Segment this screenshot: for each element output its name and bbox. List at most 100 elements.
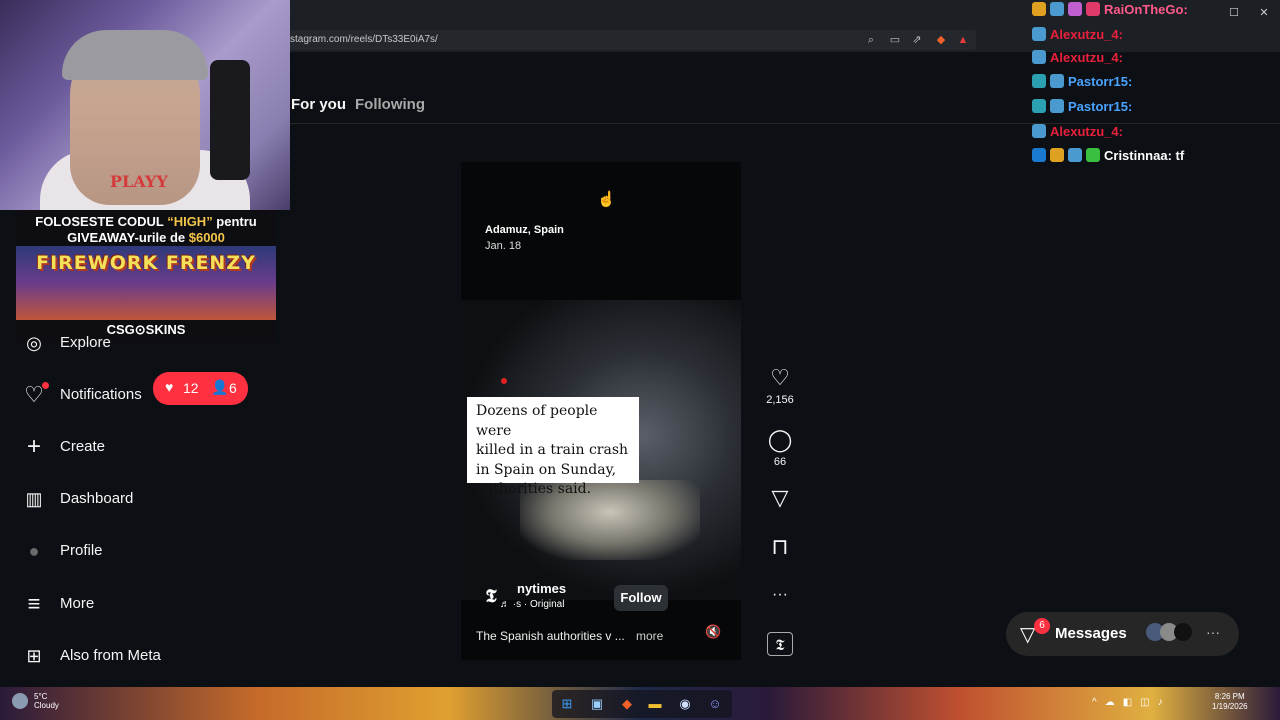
webcam-beanie [62,30,208,80]
like-count: 12 [183,380,199,396]
discord-icon[interactable]: ☺ [706,696,724,712]
reel-red-light [501,378,507,384]
reel-author[interactable]: nytimes [517,581,566,596]
reel-caption-box: Dozens of people were killed in a train … [467,397,639,497]
promo-game-title: FIREWORK FRENZY [36,252,256,274]
caption-line: Dozens of people were [476,403,598,439]
chat-message: Cristinnaa: tf [1032,148,1184,168]
comment-icon[interactable]: ◯ [766,428,794,452]
reel-date: Jan. 18 [485,240,522,252]
heart-icon[interactable]: ♡ [766,366,794,390]
send-icon[interactable]: ▽ [766,486,794,510]
more-options-icon[interactable]: ··· [766,583,794,607]
sidebar-item-more[interactable]: ≡ More [24,586,284,626]
sub-badge-icon [1032,124,1046,138]
gift-badge-icon [1086,148,1100,162]
promo-code-line: FOLOSESTE CODUL “HIGH” pentru [16,214,276,229]
sidebar-item-label: Explore [60,334,111,351]
windows-start-icon[interactable]: ⊞ [558,696,576,712]
tool-badge-icon [1032,148,1046,162]
share-icon[interactable]: ⇗ [910,33,924,47]
sidebar-item-dashboard[interactable]: ▥ Dashboard [24,481,284,521]
save-action[interactable]: ⊓ [766,535,794,559]
chat-username: Alexutzu_4: [1050,50,1123,65]
brave-shield-icon[interactable]: ◆ [934,33,948,47]
chat-text: tf [1175,148,1185,163]
sidebar-item-label: Dashboard [60,490,134,507]
sidebar-item-explore[interactable]: ◎ Explore [24,325,284,365]
mute-icon[interactable]: 🔇 [705,624,721,640]
avatar-icon: ● [28,541,40,561]
menu-icon: ≡ [27,591,41,616]
messages-label[interactable]: Messages [1055,625,1127,642]
sub-badge-icon [1032,50,1046,64]
promo-code: “HIGH” [167,214,213,229]
weather-desc: Cloudy [34,701,59,710]
tab-for-you[interactable]: For you [291,96,346,113]
cast-icon[interactable]: ▭ [888,33,902,47]
sub-badge-icon [1068,148,1082,162]
game-badge-icon [1032,99,1046,113]
chat-username: RaiOnTheGo: [1104,2,1188,17]
reel-location: Adamuz, Spain [485,224,564,236]
clock-date: 1/19/2026 [1212,702,1248,711]
reel-more-link[interactable]: more [636,629,663,643]
chat-message: Alexutzu_4: [1032,27,1123,47]
audio-page-icon[interactable]: 𝕿 [768,633,792,657]
notifications-badge[interactable]: ♥ 12 👤 6 [153,372,248,405]
follow-button[interactable]: Follow [614,585,668,611]
chat-username: Cristinnaa: [1104,148,1172,163]
comment-action[interactable]: ◯ 66 [766,428,794,469]
notification-dot [42,382,49,389]
sidebar-item-profile[interactable]: ● Profile [24,533,284,573]
messages-count-badge: 6 [1034,618,1050,634]
sidebar-item-label: Create [60,438,106,455]
sub-badge-icon [1050,99,1064,113]
bookmark-icon[interactable]: ⊓ [766,535,794,559]
like-count-icon: ♥ [165,379,174,395]
tab-following[interactable]: Following [355,96,425,113]
brave-rewards-icon[interactable]: ▲ [956,33,970,47]
messages-avatars[interactable] [1146,623,1206,641]
hand-cursor-icon: ☝ [597,191,616,208]
weather-widget[interactable]: 5°C Cloudy [34,692,59,710]
chat-message: Pastorr15: [1032,74,1132,94]
sidebar-item-label: More [60,595,95,612]
weather-icon[interactable] [12,693,28,709]
promo-text-3: GIVEAWAY-urile de [67,230,189,245]
dashboard-icon: ▥ [25,489,43,509]
sidebar-item-create[interactable]: + Create [24,429,284,469]
caption-line: in Spain on Sunday, [476,461,617,478]
messages-more-icon[interactable]: ··· [1206,624,1220,640]
nytimes-logo-icon[interactable]: 𝕿 [480,586,502,608]
sidebar-item-also-from-meta[interactable]: ⊞ Also from Meta [24,638,284,678]
steam-icon[interactable]: ◉ [676,696,694,712]
meta-apps-icon: ⊞ [26,646,42,666]
file-explorer-icon[interactable]: ▬ [646,696,664,712]
reel-audio[interactable]: ♬ ·s · Original [500,599,564,610]
brave-browser-icon[interactable]: ◆ [618,696,636,712]
share-action[interactable]: ▽ [766,486,794,510]
follower-count: 6 [229,380,237,396]
more-action[interactable]: ··· [766,583,794,607]
crown-badge-icon [1050,148,1064,162]
promo-giveaway-line: GIVEAWAY-urile de $6000 [16,230,276,245]
audio-page-action[interactable]: 𝕿 [767,632,793,656]
chat-username: Alexutzu_4: [1050,124,1123,139]
chat-message: Pastorr15: [1032,99,1132,119]
like-action[interactable]: ♡ 2,156 [766,366,794,407]
chat-username: Alexutzu_4: [1050,27,1123,42]
sidebar-item-label: Notifications [60,386,142,403]
zoom-icon[interactable]: ⌕ [864,33,878,47]
shirt-print: PLAYY [110,172,168,191]
compass-icon: ◎ [26,333,42,353]
chat-username: Pastorr15: [1068,99,1133,114]
weather-temp: 5°C [34,692,48,701]
user-badge-icon [1086,2,1100,16]
sidebar-item-label: Profile [60,542,103,559]
clock-time: 8:26 PM [1214,692,1245,701]
taskbar-clock[interactable]: 8:26 PM 1/19/2026 [1212,692,1248,712]
follower-count-icon: 👤 [211,379,229,395]
system-tray[interactable]: ^☁◧◫♪ [1092,697,1171,708]
desktop-icon[interactable]: ▣ [588,696,606,712]
